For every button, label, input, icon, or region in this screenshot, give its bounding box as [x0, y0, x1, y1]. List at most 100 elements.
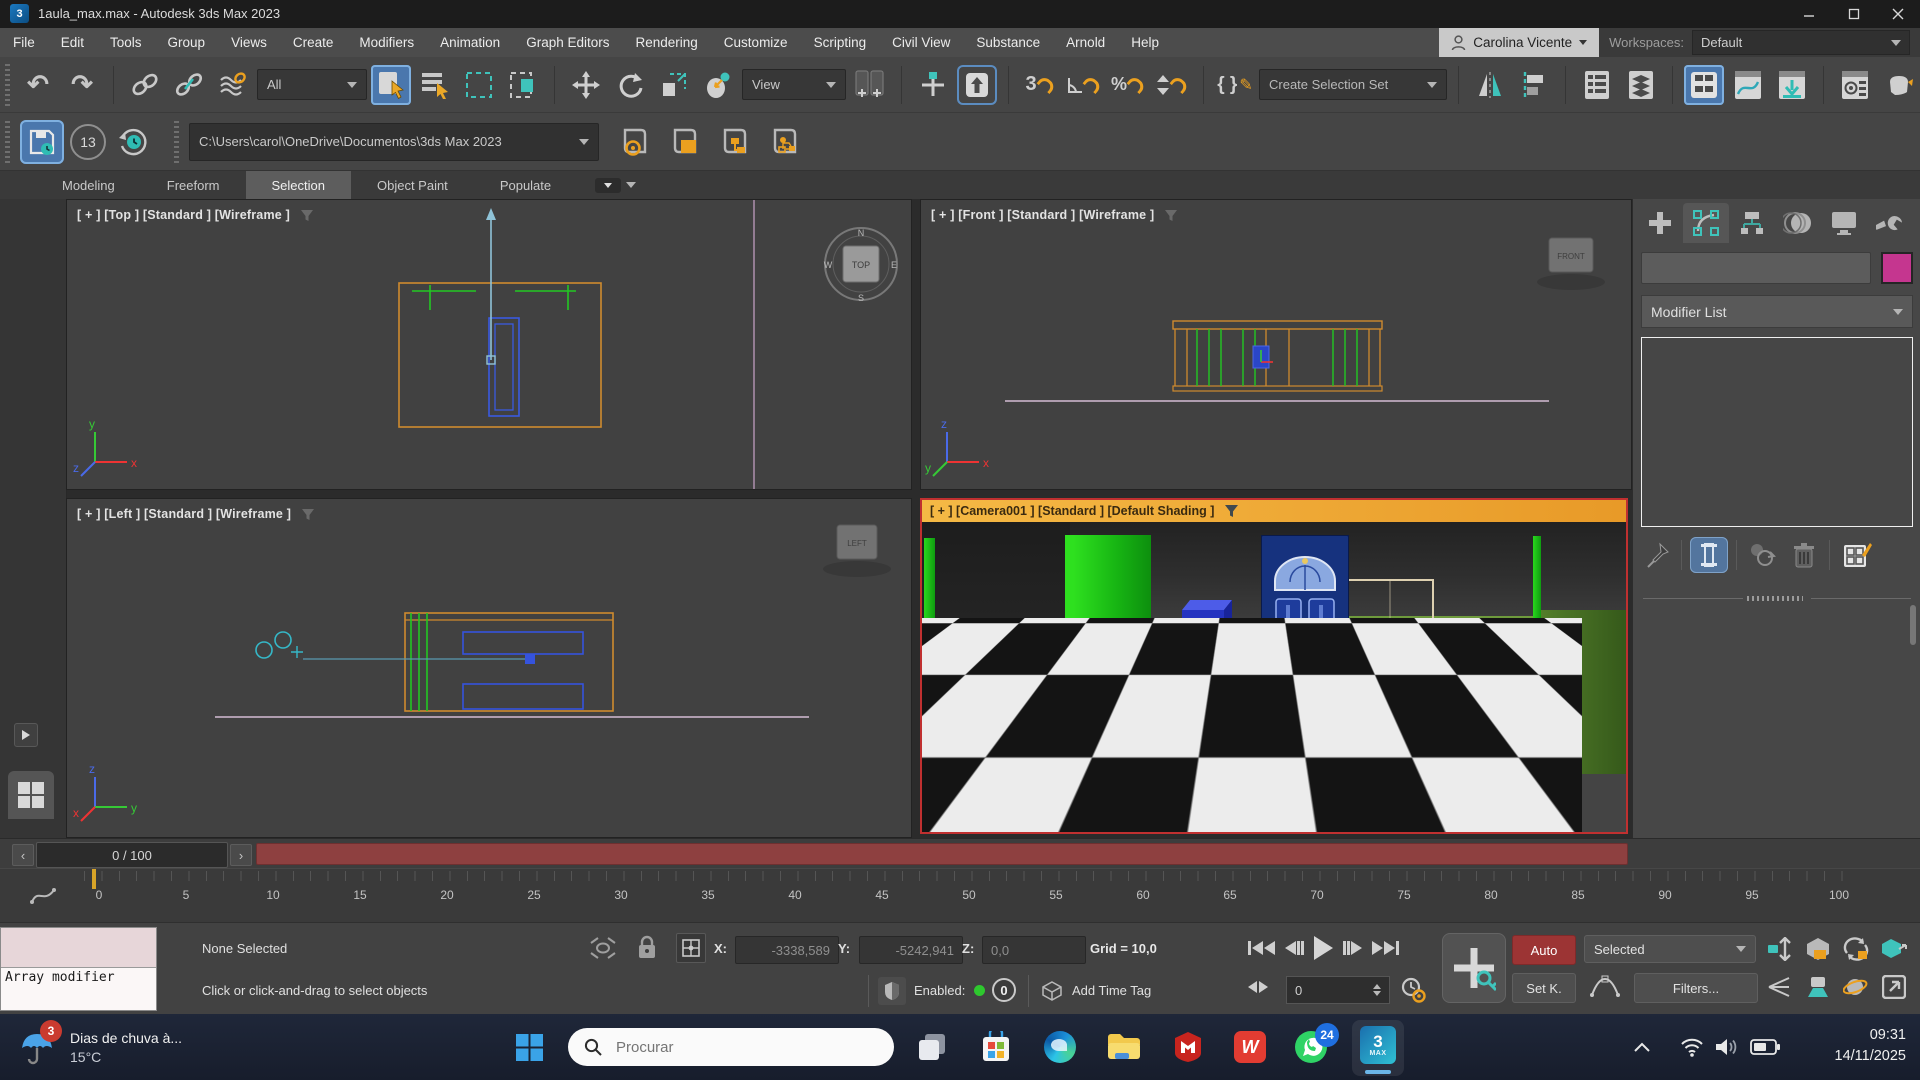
- track-bar[interactable]: 05 1015 2025 3035 4045 5055 6065 7075 80…: [0, 868, 1920, 922]
- set-keys-button[interactable]: [1442, 933, 1506, 1003]
- make-unique-icon[interactable]: [1745, 538, 1779, 572]
- mcafee-icon[interactable]: [1167, 1026, 1209, 1068]
- save-file-button[interactable]: [20, 120, 64, 164]
- edit-named-selection-sets-icon[interactable]: { }✎: [1215, 65, 1255, 105]
- project-settings-icon[interactable]: [613, 120, 657, 164]
- menu-create[interactable]: Create: [280, 28, 347, 57]
- ribbon-tab-object-paint[interactable]: Object Paint: [351, 171, 474, 199]
- mini-curve-editor-button[interactable]: [26, 881, 60, 909]
- viewcube-top[interactable]: TOP N E S W: [819, 222, 903, 306]
- motion-tab[interactable]: [1775, 203, 1821, 243]
- redo-icon[interactable]: ↷: [62, 65, 102, 105]
- scene-hierarchy-icon[interactable]: [713, 120, 757, 164]
- menu-scripting[interactable]: Scripting: [801, 28, 880, 57]
- field-of-view-icon[interactable]: [1764, 973, 1796, 1001]
- object-color-swatch[interactable]: [1881, 252, 1913, 284]
- configure-modifier-sets-icon[interactable]: [1838, 537, 1876, 573]
- play-button[interactable]: [1314, 936, 1333, 960]
- select-and-scale-icon[interactable]: [654, 65, 694, 105]
- angle-snap-toggle-icon[interactable]: [1064, 65, 1104, 105]
- select-and-manipulate-icon[interactable]: [913, 65, 953, 105]
- menu-modifiers[interactable]: Modifiers: [346, 28, 427, 57]
- new-scene-icon[interactable]: [663, 120, 707, 164]
- close-button[interactable]: [1876, 0, 1920, 28]
- y-coord-field[interactable]: -5242,941: [859, 936, 963, 964]
- maximize-button[interactable]: [1831, 0, 1876, 28]
- key-filters-button[interactable]: Filters...: [1634, 973, 1758, 1003]
- weather-widget[interactable]: 3 Dias de chuva à... 15°C: [16, 1020, 182, 1074]
- task-view-button[interactable]: [911, 1026, 953, 1068]
- percent-snap-toggle-icon[interactable]: %: [1108, 65, 1148, 105]
- viewport-filter-icon[interactable]: [1164, 209, 1178, 222]
- menu-group[interactable]: Group: [155, 28, 219, 57]
- orbit-camera-icon[interactable]: [1840, 973, 1872, 1001]
- zoom-extents-selected-icon[interactable]: [1878, 935, 1910, 963]
- hierarchy-tab[interactable]: [1729, 203, 1775, 243]
- display-tab[interactable]: [1821, 203, 1867, 243]
- viewcube-front[interactable]: FRONT: [1533, 230, 1609, 292]
- pin-stack-icon[interactable]: [1643, 538, 1673, 572]
- ribbon-tab-populate[interactable]: Populate: [474, 171, 577, 199]
- menu-file[interactable]: File: [0, 28, 48, 57]
- viewcube-left[interactable]: LEFT: [819, 517, 895, 579]
- time-slider-handle[interactable]: 0 / 100: [36, 842, 228, 868]
- tray-chevron-icon[interactable]: [1630, 1036, 1654, 1058]
- time-configuration-button[interactable]: [1398, 975, 1428, 1005]
- viewport-left[interactable]: z y x LEFT [ + ] [Left ] [Standard ] [Wi…: [66, 498, 912, 838]
- key-filter-dropdown[interactable]: Selected: [1584, 935, 1756, 963]
- viewport-camera-label-bar[interactable]: [ + ] [Camera001 ] [Standard ] [Default …: [922, 500, 1626, 522]
- menu-graph-editors[interactable]: Graph Editors: [513, 28, 622, 57]
- modifier-stack-list[interactable]: [1641, 337, 1913, 527]
- listener-script-pane[interactable]: Array modifier: [1, 968, 156, 1010]
- menu-tools[interactable]: Tools: [97, 28, 155, 57]
- previous-frame-button[interactable]: [1285, 941, 1304, 955]
- file-explorer-icon[interactable]: [1103, 1026, 1145, 1068]
- current-frame-field[interactable]: 0: [1286, 976, 1390, 1004]
- use-pivot-point-center-icon[interactable]: [850, 65, 890, 105]
- undo-icon[interactable]: ↶: [18, 65, 58, 105]
- battery-icon[interactable]: [1748, 1034, 1782, 1060]
- menu-civil-view[interactable]: Civil View: [879, 28, 963, 57]
- autobackup-badge[interactable]: 13: [70, 124, 106, 160]
- select-and-rotate-icon[interactable]: [610, 65, 650, 105]
- menu-views[interactable]: Views: [218, 28, 280, 57]
- frame-stepper[interactable]: [1248, 981, 1268, 993]
- panel-scrollbar[interactable]: [1910, 605, 1916, 645]
- wps-office-icon[interactable]: W: [1229, 1026, 1271, 1068]
- expand-toolbar-button[interactable]: [14, 723, 38, 747]
- toolbar-drag-handle[interactable]: [5, 64, 10, 106]
- rectangular-selection-region-icon[interactable]: [459, 65, 499, 105]
- menu-substance[interactable]: Substance: [963, 28, 1053, 57]
- 3dsmax-taskbar-icon[interactable]: 3 MAX: [1352, 1020, 1404, 1076]
- volume-icon[interactable]: [1712, 1034, 1740, 1060]
- path-toolbar-drag-handle[interactable]: [174, 121, 179, 163]
- select-and-move-icon[interactable]: [566, 65, 606, 105]
- whatsapp-icon[interactable]: 24: [1290, 1026, 1332, 1068]
- reference-coordinate-dropdown[interactable]: View: [742, 69, 846, 100]
- minimize-button[interactable]: [1786, 0, 1831, 28]
- panel-splitter[interactable]: [1643, 595, 1911, 603]
- isolate-selection-toggle-icon[interactable]: [588, 935, 618, 961]
- curve-editor-icon[interactable]: [1728, 65, 1768, 105]
- menu-help[interactable]: Help: [1118, 28, 1172, 57]
- ribbon-minimize-dropdown[interactable]: [595, 178, 636, 193]
- window-crossing-toggle-icon[interactable]: [503, 65, 543, 105]
- viewport-filter-icon[interactable]: [300, 209, 314, 222]
- go-to-start-button[interactable]: [1248, 941, 1275, 955]
- maximize-viewport-toggle-icon[interactable]: [1878, 973, 1910, 1001]
- viewport-top[interactable]: y x z TOP N E S W [ + ] [Top ] [Standar: [66, 199, 912, 490]
- microsoft-store-icon[interactable]: [975, 1026, 1017, 1068]
- select-and-place-icon[interactable]: [698, 65, 738, 105]
- menu-arnold[interactable]: Arnold: [1053, 28, 1118, 57]
- render-setup-icon[interactable]: [1835, 65, 1875, 105]
- maxscript-shield-icon[interactable]: [878, 977, 906, 1005]
- select-and-link-icon[interactable]: [125, 65, 165, 105]
- viewport-layout-tabs-button[interactable]: [8, 771, 54, 819]
- dope-sheet-icon[interactable]: [1772, 65, 1812, 105]
- edge-browser-icon[interactable]: [1039, 1026, 1081, 1068]
- dolly-camera-icon[interactable]: [1764, 935, 1796, 963]
- search-input[interactable]: [614, 1038, 858, 1057]
- menu-customize[interactable]: Customize: [711, 28, 801, 57]
- zoom-extents-all-icon[interactable]: [1802, 935, 1834, 963]
- ribbon-tab-selection[interactable]: Selection: [246, 171, 351, 199]
